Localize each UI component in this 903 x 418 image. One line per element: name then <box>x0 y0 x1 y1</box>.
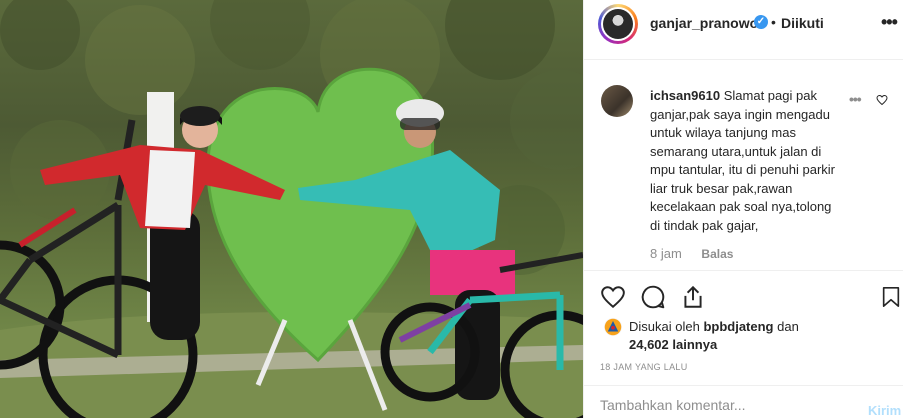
liker-username[interactable]: bpbdjateng <box>703 319 773 334</box>
photo-illustration <box>0 0 583 418</box>
avatar-image <box>603 9 633 39</box>
comment-like-heart-icon[interactable] <box>876 94 888 106</box>
liker-avatar[interactable] <box>604 318 622 336</box>
bpbd-logo-icon <box>604 318 622 336</box>
post-sidebar: ganjar_pranowo ✓ • Diikuti ••• ichsan961… <box>583 0 903 418</box>
likes-others-count[interactable]: 24,602 lainnya <box>629 337 717 352</box>
profile-avatar[interactable] <box>598 4 638 44</box>
more-options-icon[interactable]: ••• <box>881 12 898 33</box>
reply-button[interactable]: Balas <box>701 247 733 261</box>
post-photo[interactable] <box>0 0 583 418</box>
comment-input[interactable] <box>600 395 850 415</box>
add-comment-bar: Kirim <box>584 385 903 418</box>
share-icon[interactable] <box>680 284 706 310</box>
comment-meta: 8 jam Balas <box>650 246 733 261</box>
comment-body: ichsan9610 Slamat pagi pak ganjar,pak sa… <box>650 87 844 235</box>
comment-item: ichsan9610 Slamat pagi pak ganjar,pak sa… <box>584 60 903 270</box>
verified-badge-icon: ✓ <box>754 15 768 29</box>
likes-prefix: Disukai oleh <box>629 319 700 334</box>
heart-icon[interactable] <box>600 284 626 310</box>
post-timestamp[interactable]: 18 JAM YANG LALU <box>600 362 688 372</box>
comment-icon[interactable] <box>640 284 666 310</box>
bookmark-icon[interactable] <box>880 284 902 310</box>
commenter-username[interactable]: ichsan9610 <box>650 88 720 103</box>
comment-text: Slamat pagi pak ganjar,pak saya ingin me… <box>650 88 835 233</box>
comment-time[interactable]: 8 jam <box>650 246 682 261</box>
likes-summary: Disukai oleh bpbdjateng dan 24,602 lainn… <box>629 318 899 354</box>
post-author-username[interactable]: ganjar_pranowo <box>650 15 758 31</box>
commenter-avatar[interactable] <box>601 85 633 117</box>
post-comment-button[interactable]: Kirim <box>868 403 901 418</box>
post-actions: Disukai oleh bpbdjateng dan 24,602 lainn… <box>584 270 903 360</box>
comment-more-options-icon[interactable]: ••• <box>849 91 862 107</box>
likes-and: dan <box>777 319 799 334</box>
post-header: ganjar_pranowo ✓ • Diikuti ••• <box>584 0 903 60</box>
separator-dot: • <box>771 14 776 30</box>
following-status-button[interactable]: Diikuti <box>781 15 824 31</box>
